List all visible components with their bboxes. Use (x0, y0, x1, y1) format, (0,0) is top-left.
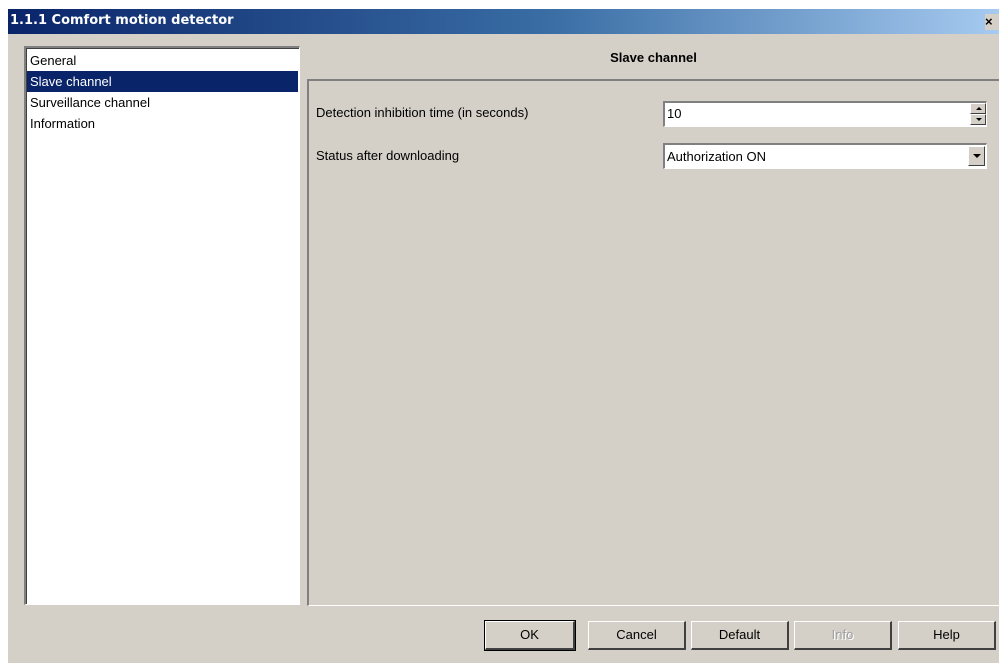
panel-heading: Slave channel (610, 50, 697, 65)
default-button[interactable]: Default (691, 621, 789, 650)
detection-inhibition-spinner[interactable]: 10 (663, 101, 987, 127)
ok-button[interactable]: OK (484, 620, 576, 651)
cancel-button[interactable]: Cancel (588, 621, 686, 650)
close-icon[interactable]: × (985, 14, 999, 30)
help-button[interactable]: Help (898, 621, 996, 650)
chevron-down-icon (973, 154, 981, 158)
nav-item-general[interactable]: General (27, 50, 298, 71)
background-margin-left (0, 0, 8, 663)
spinner-buttons (970, 103, 986, 126)
nav-item-slave-channel[interactable]: Slave channel (27, 71, 298, 92)
detection-inhibition-label: Detection inhibition time (in seconds) (316, 105, 529, 120)
arrow-up-icon (976, 107, 982, 110)
parameter-category-list[interactable]: General Slave channel Surveillance chann… (24, 46, 300, 605)
spin-up-button[interactable] (970, 103, 986, 114)
detection-inhibition-value[interactable]: 10 (667, 106, 681, 121)
status-after-downloading-dropdown[interactable]: Authorization ON (663, 143, 987, 169)
background-margin-top (0, 0, 999, 9)
nav-item-surveillance-channel[interactable]: Surveillance channel (27, 92, 298, 113)
dropdown-button[interactable] (968, 146, 985, 166)
status-after-downloading-value: Authorization ON (667, 149, 766, 164)
window-title: 1.1.1 Comfort motion detector (10, 13, 234, 28)
status-after-downloading-label: Status after downloading (316, 148, 460, 163)
spin-down-button[interactable] (970, 114, 986, 125)
nav-item-information[interactable]: Information (27, 113, 298, 134)
info-button[interactable]: Info (794, 621, 892, 650)
arrow-down-icon (976, 118, 982, 121)
dialog-window: 1.1.1 Comfort motion detector × General … (0, 0, 999, 663)
title-bar[interactable]: 1.1.1 Comfort motion detector × (8, 9, 999, 34)
